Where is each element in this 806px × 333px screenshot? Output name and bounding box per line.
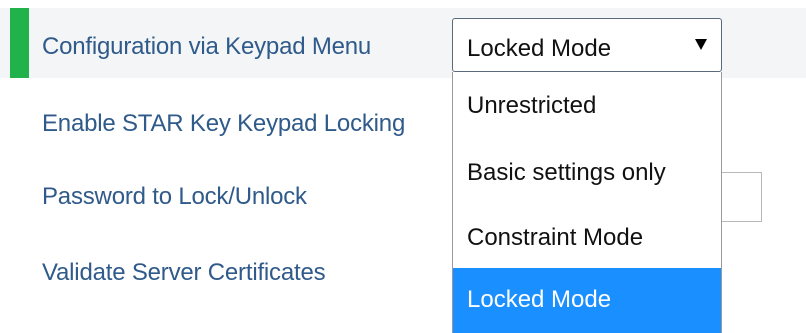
- select-current-value: Locked Mode: [467, 35, 612, 62]
- password-lock-label: Password to Lock/Unlock: [42, 183, 307, 210]
- validate-certificates-label: Validate Server Certificates: [42, 259, 326, 286]
- keypad-menu-dropdown-list: Unrestricted Basic settings only Constra…: [452, 72, 722, 333]
- settings-page: Configuration via Keypad Menu Enable STA…: [0, 0, 806, 333]
- star-key-locking-label: Enable STAR Key Keypad Locking: [42, 110, 406, 137]
- active-row-indicator: [10, 8, 29, 78]
- option-unrestricted[interactable]: Unrestricted: [453, 74, 721, 138]
- keypad-menu-label: Configuration via Keypad Menu: [42, 33, 372, 60]
- option-constraint-mode[interactable]: Constraint Mode: [453, 206, 721, 270]
- dropdown-arrow-icon: [695, 39, 707, 50]
- option-basic-settings-only[interactable]: Basic settings only: [453, 141, 721, 205]
- option-locked-mode[interactable]: Locked Mode: [453, 268, 721, 333]
- keypad-menu-select[interactable]: Locked Mode: [452, 18, 722, 72]
